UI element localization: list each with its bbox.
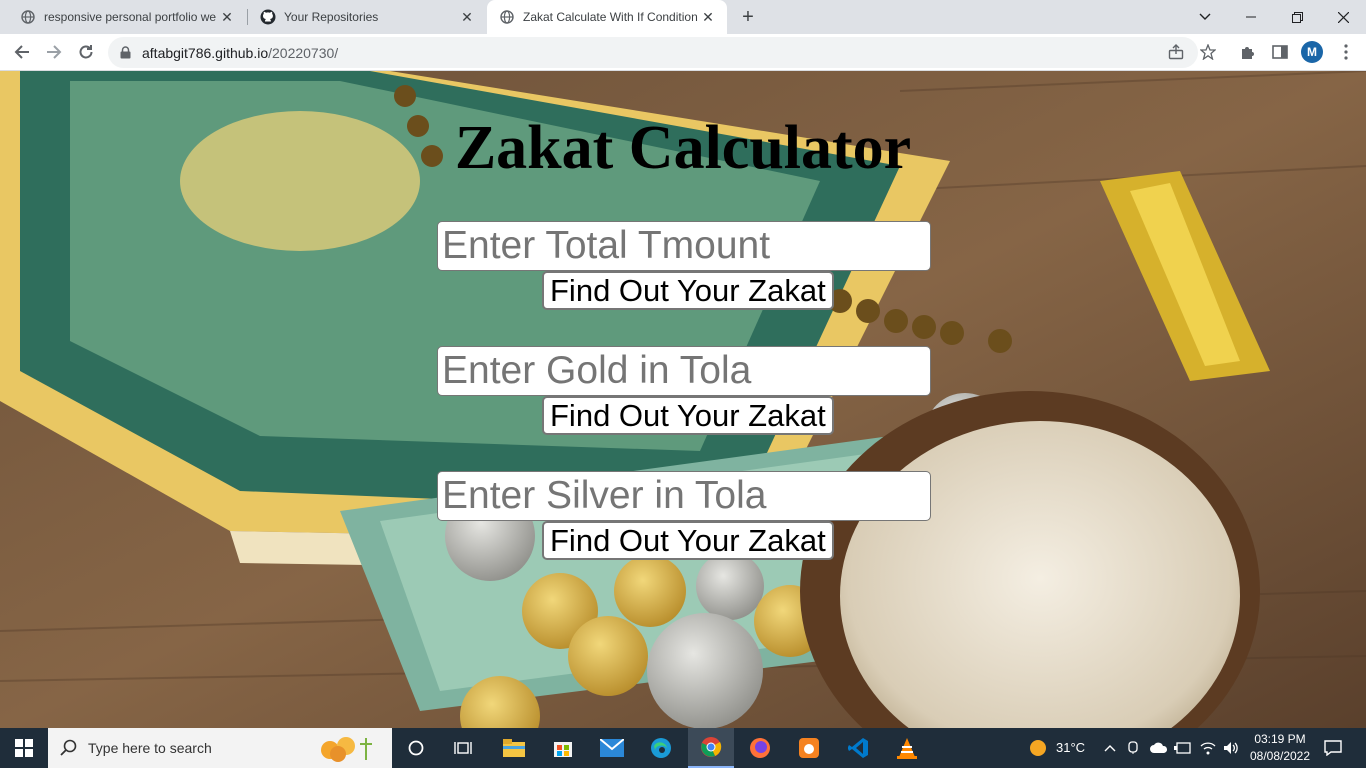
windows-taskbar: Type here to search 31°C 03:19 PM 08/08/… bbox=[0, 728, 1366, 768]
browser-toolbar: aftabgit786.github.io/20220730/ M bbox=[0, 34, 1366, 71]
weather-sun-icon[interactable] bbox=[1026, 728, 1050, 768]
taskbar-clock[interactable]: 03:19 PM 08/08/2022 bbox=[1240, 731, 1320, 765]
profile-avatar[interactable]: M bbox=[1301, 41, 1323, 63]
windows-start-icon[interactable] bbox=[0, 728, 48, 768]
tab-repositories[interactable]: Your Repositories ✕ bbox=[248, 0, 486, 34]
page-title: Zakat Calculator bbox=[454, 114, 912, 182]
mail-icon[interactable] bbox=[594, 728, 630, 768]
vlc-icon[interactable] bbox=[889, 728, 925, 768]
chrome-browser-icon[interactable] bbox=[688, 728, 734, 768]
search-highlight-cats-icon bbox=[316, 734, 380, 762]
page-viewport: Zakat Calculator Find Out Your Zakat Fin… bbox=[0, 71, 1366, 728]
task-view-icon[interactable] bbox=[447, 728, 479, 768]
share-icon[interactable] bbox=[1162, 38, 1190, 66]
extensions-puzzle-icon[interactable] bbox=[1234, 38, 1262, 66]
close-tab-icon[interactable]: ✕ bbox=[699, 8, 717, 26]
total-amount-input[interactable] bbox=[437, 221, 931, 271]
close-tab-icon[interactable]: ✕ bbox=[458, 8, 476, 26]
tray-chevron-up-icon[interactable] bbox=[1100, 728, 1120, 768]
tab-search-chevron-icon[interactable] bbox=[1182, 0, 1228, 34]
side-panel-icon[interactable] bbox=[1266, 38, 1294, 66]
browser-tab-strip: responsive personal portfolio we ✕ Your … bbox=[0, 0, 1366, 34]
bookmark-star-icon[interactable] bbox=[1194, 38, 1222, 66]
reload-icon[interactable] bbox=[72, 38, 100, 66]
silver-tola-input[interactable] bbox=[437, 471, 931, 521]
minimize-icon[interactable] bbox=[1228, 0, 1274, 34]
url-domain: aftabgit786.github.io bbox=[142, 44, 269, 61]
search-placeholder: Type here to search bbox=[88, 740, 212, 756]
cortana-circle-icon[interactable] bbox=[400, 728, 432, 768]
tab-title: responsive personal portfolio we bbox=[44, 10, 217, 24]
volume-speaker-icon[interactable] bbox=[1220, 728, 1242, 768]
notification-center-icon[interactable] bbox=[1318, 728, 1348, 768]
clock-time: 03:19 PM bbox=[1254, 732, 1306, 746]
microsoft-store-icon[interactable] bbox=[545, 728, 581, 768]
find-zakat-silver-button[interactable]: Find Out Your Zakat bbox=[542, 521, 834, 560]
forward-arrow-icon[interactable] bbox=[40, 38, 68, 66]
address-bar[interactable]: aftabgit786.github.io/20220730/ bbox=[108, 37, 1198, 68]
wifi-icon[interactable] bbox=[1197, 728, 1219, 768]
more-menu-icon[interactable] bbox=[1332, 38, 1360, 66]
restore-icon[interactable] bbox=[1274, 0, 1320, 34]
weather-temperature[interactable]: 31°C bbox=[1056, 740, 1085, 755]
globe-icon bbox=[499, 9, 515, 25]
github-icon bbox=[260, 9, 276, 25]
uc-browser-icon[interactable] bbox=[791, 728, 827, 768]
tab-title: Zakat Calculate With If Condition bbox=[523, 10, 698, 24]
close-window-icon[interactable] bbox=[1320, 0, 1366, 34]
gold-tola-input[interactable] bbox=[437, 346, 931, 396]
search-icon bbox=[60, 739, 77, 756]
firefox-icon[interactable] bbox=[742, 728, 778, 768]
globe-icon bbox=[20, 9, 36, 25]
file-explorer-icon[interactable] bbox=[496, 728, 532, 768]
lock-icon bbox=[120, 46, 134, 60]
vscode-icon[interactable] bbox=[840, 728, 876, 768]
find-zakat-gold-button[interactable]: Find Out Your Zakat bbox=[542, 396, 834, 435]
tab-portfolio[interactable]: responsive personal portfolio we ✕ bbox=[8, 0, 246, 34]
battery-plug-icon[interactable] bbox=[1172, 728, 1194, 768]
tab-title: Your Repositories bbox=[284, 10, 379, 24]
taskbar-search-box[interactable]: Type here to search bbox=[48, 728, 392, 768]
edge-browser-icon[interactable] bbox=[643, 728, 679, 768]
back-arrow-icon[interactable] bbox=[8, 38, 36, 66]
meet-now-icon[interactable] bbox=[1124, 728, 1144, 768]
new-tab-plus-icon[interactable]: + bbox=[736, 5, 760, 29]
onedrive-cloud-icon[interactable] bbox=[1148, 728, 1170, 768]
tab-zakat-calculator[interactable]: Zakat Calculate With If Condition ✕ bbox=[487, 0, 727, 34]
find-zakat-amount-button[interactable]: Find Out Your Zakat bbox=[542, 271, 834, 310]
close-tab-icon[interactable]: ✕ bbox=[218, 8, 236, 26]
url-path: /20220730/ bbox=[268, 44, 339, 61]
clock-date: 08/08/2022 bbox=[1249, 749, 1311, 763]
